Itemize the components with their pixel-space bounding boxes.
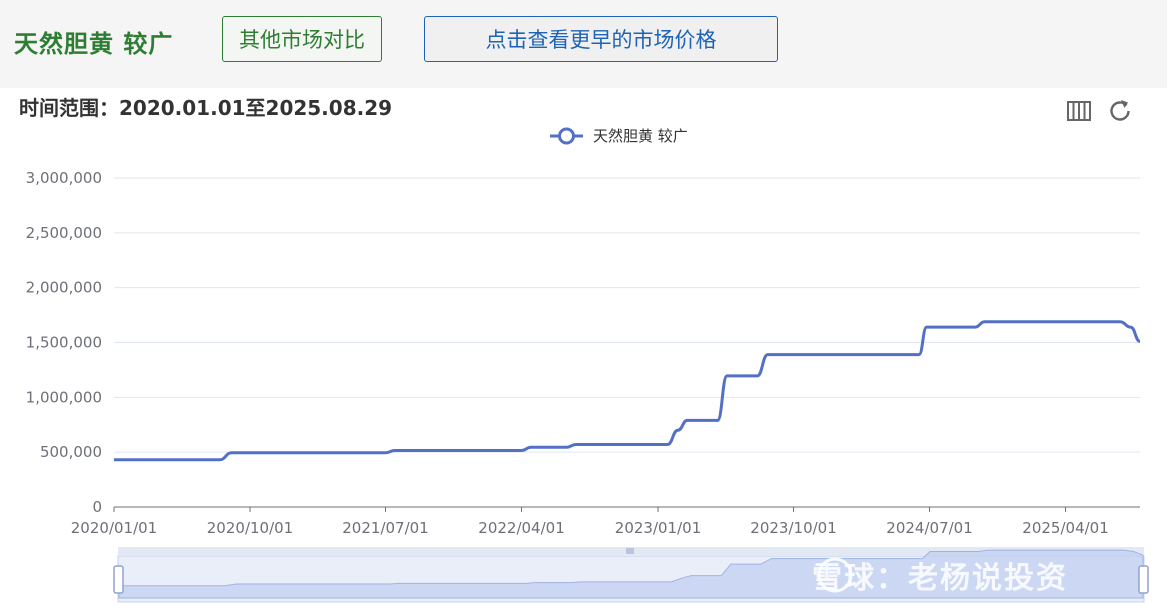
data-zoom-move-handle bbox=[626, 548, 634, 554]
x-tick-label: 2025/04/01 bbox=[1022, 519, 1108, 537]
x-tick-label: 2020/01/01 bbox=[71, 519, 157, 537]
x-tick-label: 2020/10/01 bbox=[207, 519, 293, 537]
y-tick-label: 500,000 bbox=[40, 443, 102, 461]
legend: 天然胆黄 较广 bbox=[550, 127, 688, 145]
restore-icon[interactable] bbox=[1107, 98, 1133, 124]
price-line-chart: 0 500,000 1,000,000 1,500,000 2,000,000 2,500… bbox=[26, 127, 1149, 603]
x-tick-label: 2021/07/01 bbox=[342, 519, 428, 537]
data-zoom-left-handle[interactable] bbox=[113, 565, 124, 594]
y-tick-label: 1,500,000 bbox=[26, 334, 102, 352]
data-view-icon[interactable] bbox=[1066, 98, 1092, 124]
watermark-text: 雪球：老杨说投资 bbox=[812, 561, 1068, 596]
legend-marker bbox=[558, 127, 575, 145]
data-zoom-right-handle[interactable] bbox=[1138, 565, 1149, 594]
y-tick-label: 2,000,000 bbox=[26, 279, 102, 297]
y-tick-label: 3,000,000 bbox=[26, 169, 102, 187]
legend-label: 天然胆黄 较广 bbox=[593, 127, 688, 145]
x-tick-label: 2023/10/01 bbox=[750, 519, 836, 537]
x-tick-label: 2023/01/01 bbox=[615, 519, 701, 537]
y-tick-label: 1,000,000 bbox=[26, 388, 102, 406]
x-tick-label: 2022/04/01 bbox=[478, 519, 564, 537]
x-tick-label: 2024/07/01 bbox=[886, 519, 972, 537]
y-tick-label: 2,500,000 bbox=[26, 224, 102, 242]
y-tick-label: 0 bbox=[92, 498, 102, 516]
